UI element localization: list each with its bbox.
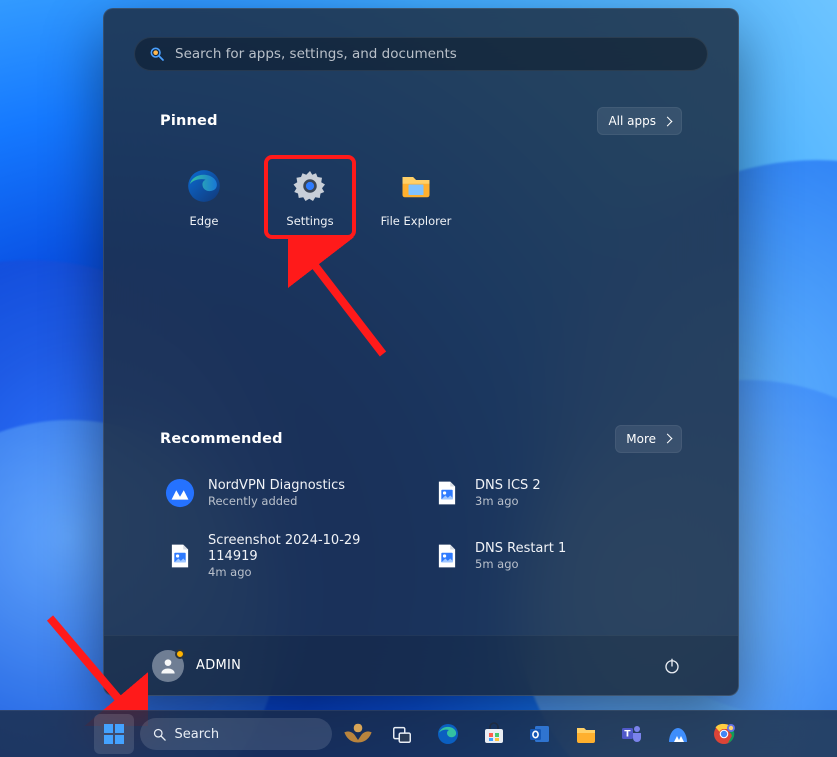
- recommended-subtitle: 5m ago: [475, 557, 566, 571]
- tile-label: Settings: [286, 214, 333, 228]
- tile-label: File Explorer: [381, 214, 452, 228]
- all-apps-button[interactable]: All apps: [597, 107, 682, 135]
- recommended-title: NordVPN Diagnostics: [208, 478, 345, 494]
- pinned-heading: Pinned: [160, 113, 218, 129]
- taskbar-app-teams[interactable]: T: [612, 714, 652, 754]
- power-icon: [663, 657, 681, 675]
- taskbar-emblem[interactable]: [340, 718, 376, 750]
- nordvpn-icon: [164, 477, 196, 509]
- taskbar-app-explorer[interactable]: [566, 714, 606, 754]
- power-button[interactable]: [654, 648, 690, 684]
- start-menu: Pinned All apps: [103, 8, 739, 696]
- search-icon: [152, 727, 167, 742]
- settings-icon: [290, 166, 330, 206]
- image-file-icon: [431, 477, 463, 509]
- tile-label: Edge: [190, 214, 219, 228]
- avatar: [152, 650, 184, 682]
- pinned-grid: Edge Settings: [160, 157, 682, 237]
- recommended-subtitle: 4m ago: [208, 565, 411, 579]
- start-button[interactable]: [94, 714, 134, 754]
- edge-icon: [184, 166, 224, 206]
- pinned-tile-edge[interactable]: Edge: [160, 157, 248, 237]
- task-view-button[interactable]: [382, 714, 422, 754]
- taskview-icon: [391, 723, 413, 745]
- recommended-subtitle: Recently added: [208, 494, 345, 508]
- taskbar-search-label: Search: [175, 727, 220, 742]
- chevron-right-icon: [663, 434, 673, 444]
- recommended-item[interactable]: DNS ICS 2 3m ago: [427, 475, 682, 511]
- recommended-title: DNS ICS 2: [475, 478, 541, 494]
- store-icon: [482, 722, 506, 746]
- file-explorer-icon: [396, 166, 436, 206]
- search-input[interactable]: [175, 46, 693, 62]
- windows-icon: [102, 722, 126, 746]
- recommended-item[interactable]: NordVPN Diagnostics Recently added: [160, 475, 415, 511]
- recommended-title: Screenshot 2024-10-29 114919: [208, 533, 411, 566]
- taskbar-app-edge[interactable]: [428, 714, 468, 754]
- recommended-grid: NordVPN Diagnostics Recently added DNS I…: [160, 475, 682, 582]
- search-box[interactable]: [134, 37, 708, 71]
- pinned-tile-settings[interactable]: Settings: [266, 157, 354, 237]
- eagle-emblem-icon: [341, 720, 375, 748]
- edge-icon: [436, 722, 460, 746]
- recommended-subtitle: 3m ago: [475, 494, 541, 508]
- teams-icon: T: [620, 722, 644, 746]
- image-file-icon: [164, 540, 196, 572]
- pinned-section: Pinned All apps: [104, 71, 738, 237]
- outlook-icon: [528, 722, 552, 746]
- start-footer: ADMIN: [104, 635, 738, 695]
- search-container: [104, 9, 738, 71]
- recommended-item[interactable]: Screenshot 2024-10-29 114919 4m ago: [160, 531, 415, 582]
- user-account-button[interactable]: ADMIN: [152, 650, 241, 682]
- more-button[interactable]: More: [615, 425, 682, 453]
- search-icon: [149, 46, 165, 62]
- pinned-tile-file-explorer[interactable]: File Explorer: [372, 157, 460, 237]
- recommended-title: DNS Restart 1: [475, 541, 566, 557]
- recommended-heading: Recommended: [160, 431, 283, 447]
- taskbar-app-nordvpn[interactable]: [658, 714, 698, 754]
- taskbar-app-outlook[interactable]: [520, 714, 560, 754]
- chevron-right-icon: [663, 116, 673, 126]
- nordvpn-icon: [666, 722, 690, 746]
- all-apps-label: All apps: [608, 114, 656, 128]
- svg-text:T: T: [624, 730, 631, 740]
- recommended-section: Recommended More NordVPN Diagnostics Rec…: [104, 265, 738, 608]
- status-badge-icon: [175, 649, 185, 659]
- user-name-label: ADMIN: [196, 658, 241, 673]
- taskbar-app-store[interactable]: [474, 714, 514, 754]
- recommended-item[interactable]: DNS Restart 1 5m ago: [427, 531, 682, 582]
- taskbar: Search: [0, 710, 837, 757]
- taskbar-app-chrome[interactable]: [704, 714, 744, 754]
- file-explorer-icon: [574, 722, 598, 746]
- more-label: More: [626, 432, 656, 446]
- image-file-icon: [431, 540, 463, 572]
- chrome-icon: [712, 722, 736, 746]
- taskbar-search[interactable]: Search: [140, 718, 332, 750]
